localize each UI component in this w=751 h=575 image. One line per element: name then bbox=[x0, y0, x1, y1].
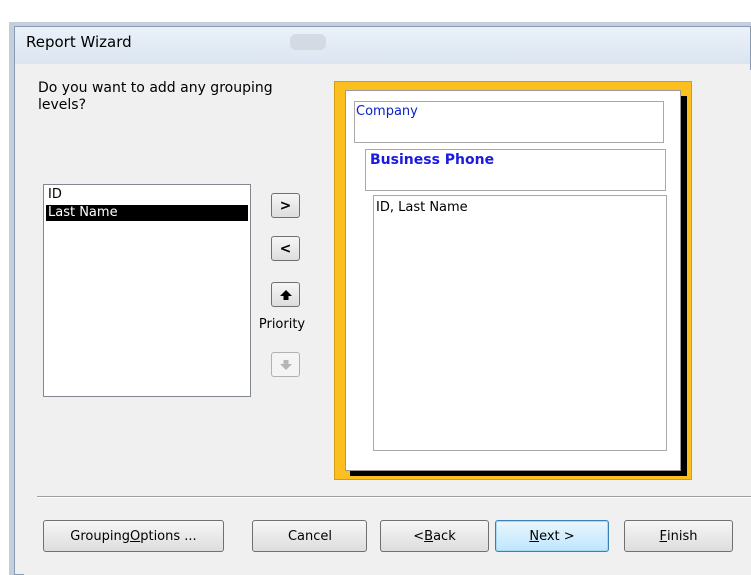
footer-divider-highlight bbox=[37, 497, 751, 498]
grouping-options-accesskey: O bbox=[129, 528, 141, 544]
finish-accesskey: F bbox=[659, 528, 667, 544]
back-label-pre: < bbox=[413, 528, 425, 544]
grouping-options-button[interactable]: Grouping Options ... bbox=[43, 520, 224, 552]
finish-button[interactable]: Finish bbox=[624, 520, 733, 552]
preview-group-level-1-text: Company bbox=[356, 104, 418, 119]
priority-label: Priority bbox=[258, 317, 306, 332]
cancel-label: Cancel bbox=[287, 528, 332, 544]
next-accesskey: N bbox=[529, 528, 540, 544]
grouping-options-label-pre: Grouping bbox=[70, 528, 130, 544]
grouping-options-label-post: ptions ... bbox=[140, 528, 197, 544]
window-title: Report Wizard bbox=[26, 33, 132, 51]
preview-detail-fields-text: ID, Last Name bbox=[376, 200, 468, 215]
priority-up-button[interactable] bbox=[271, 282, 300, 307]
field-list-item-last-name[interactable]: Last Name bbox=[46, 205, 248, 221]
back-accesskey: B bbox=[424, 528, 434, 544]
wizard-question: Do you want to add any grouping levels? bbox=[38, 80, 273, 113]
priority-down-button[interactable] bbox=[271, 352, 300, 377]
available-fields-list[interactable]: ID Last Name bbox=[43, 184, 251, 397]
arrow-down-icon bbox=[279, 359, 292, 370]
add-grouping-level-button[interactable]: > bbox=[271, 193, 300, 218]
preview-detail-box bbox=[373, 195, 667, 451]
back-button[interactable]: < Back bbox=[380, 520, 489, 552]
arrow-up-icon bbox=[279, 289, 292, 300]
next-button[interactable]: Next > bbox=[495, 520, 609, 552]
field-list-item-id[interactable]: ID bbox=[46, 187, 248, 203]
finish-label-post: inish bbox=[667, 528, 698, 544]
next-label-post: ext > bbox=[539, 528, 575, 544]
preview-group-level-2-text: Business Phone bbox=[370, 152, 495, 168]
back-label-post: ack bbox=[433, 528, 456, 544]
remove-grouping-level-button[interactable]: < bbox=[271, 236, 300, 261]
cancel-button[interactable]: Cancel bbox=[252, 520, 367, 552]
title-bar-glow bbox=[290, 34, 326, 50]
